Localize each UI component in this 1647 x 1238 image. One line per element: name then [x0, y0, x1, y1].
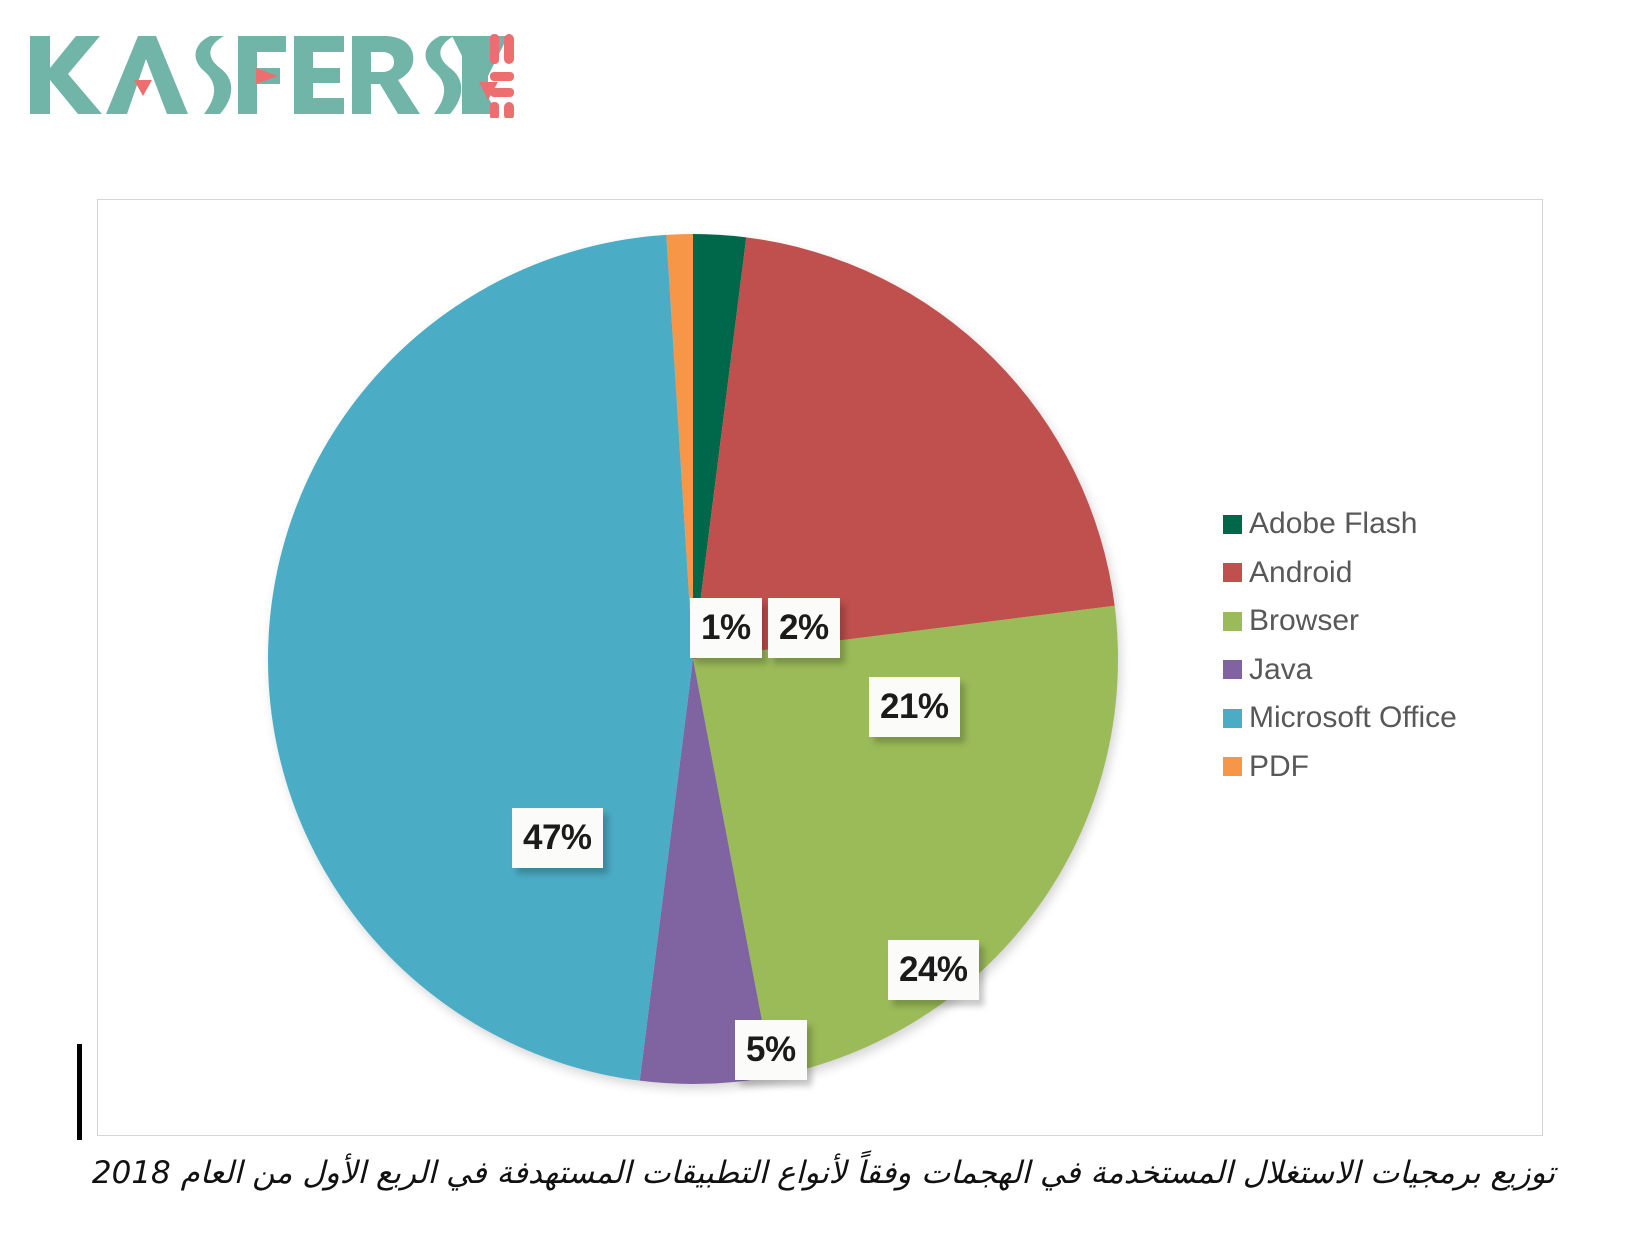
legend-swatch-android: [1223, 563, 1242, 583]
pie-data-label: 47%: [512, 808, 603, 868]
pie-data-label: 5%: [735, 1020, 807, 1080]
pie-slice-android[interactable]: [693, 237, 1115, 659]
legend-item-adobe-flash[interactable]: Adobe Flash: [1223, 500, 1523, 549]
legend-item-java[interactable]: Java: [1223, 646, 1523, 695]
pie-data-label: 21%: [869, 677, 960, 737]
pie-data-label: 24%: [888, 940, 979, 1000]
pie-data-label: 1%: [690, 598, 762, 658]
legend-item-pdf[interactable]: PDF: [1223, 743, 1523, 792]
pie-slice-microsoft-office[interactable]: [267, 234, 693, 1081]
chart-legend: Adobe Flash Android Browser Java Microso…: [1223, 500, 1523, 791]
pie-chart: [266, 232, 1120, 1086]
legend-item-browser[interactable]: Browser: [1223, 597, 1523, 646]
kaspersky-lab-logo: [28, 26, 528, 120]
pie-slices: [267, 234, 1119, 1085]
legend-swatch-pdf: [1223, 757, 1242, 777]
legend-label-pdf: PDF: [1249, 749, 1309, 783]
legend-swatch-java: [1223, 660, 1242, 680]
caption-accent-bar: [77, 1044, 82, 1140]
legend-swatch-microsoft-office: [1223, 708, 1242, 728]
chart-caption: توزيع برمجيات الاستغلال المستخدمة في اله…: [91, 1155, 1556, 1191]
legend-label-browser: Browser: [1249, 604, 1360, 638]
legend-swatch-browser: [1223, 611, 1242, 631]
legend-item-microsoft-office[interactable]: Microsoft Office: [1223, 694, 1523, 743]
chart-plot-area: 1% 2% 21% 47% 24% 5% Adobe Flash Android Brow…: [97, 199, 1543, 1136]
legend-item-android[interactable]: Android: [1223, 549, 1523, 598]
legend-label-android: Android: [1249, 555, 1353, 589]
pie-data-label: 2%: [768, 598, 840, 658]
legend-label-java: Java: [1249, 652, 1313, 686]
pie-chart-svg: [267, 234, 1119, 1085]
legend-label-microsoft-office: Microsoft Office: [1249, 701, 1457, 735]
logo-svg: [30, 34, 514, 120]
legend-label-adobe-flash: Adobe Flash: [1249, 507, 1418, 541]
legend-swatch-adobe-flash: [1223, 514, 1242, 534]
